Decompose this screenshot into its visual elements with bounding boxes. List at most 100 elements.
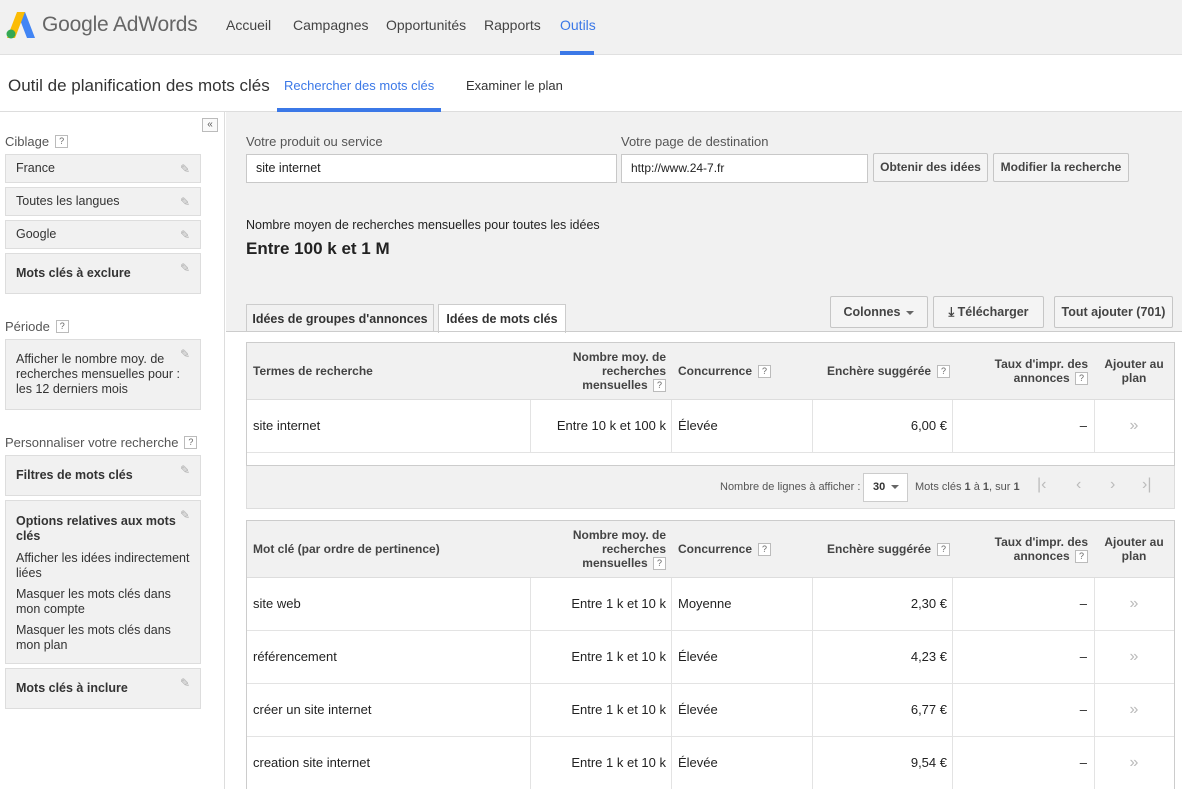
- table-row[interactable]: référencement Entre 1 k et 10 k Élevée 4…: [247, 631, 1174, 684]
- include-keywords[interactable]: Mots clés à inclure ✎: [5, 668, 201, 709]
- tab-divider: [226, 331, 1182, 332]
- search-form: Votre produit ou service site internet V…: [226, 112, 1182, 333]
- product-input[interactable]: site internet: [246, 154, 617, 183]
- help-icon[interactable]: ?: [758, 365, 772, 379]
- pencil-icon[interactable]: ✎: [180, 229, 192, 241]
- col-competition[interactable]: Concurrence?: [678, 542, 772, 557]
- table-row[interactable]: creation site internet Entre 1 k et 10 k…: [247, 737, 1174, 789]
- pencil-icon[interactable]: ✎: [180, 464, 192, 476]
- help-icon[interactable]: ?: [55, 135, 69, 148]
- add-to-plan-icon[interactable]: »: [1099, 631, 1169, 683]
- range-summary: Mots clés 1 à 1, sur 1: [915, 481, 1020, 493]
- keyword-ideas-table: Mot clé (par ordre de pertinence) Nombre…: [246, 520, 1175, 789]
- tab-review-plan[interactable]: Examiner le plan: [466, 78, 563, 93]
- table-header: Termes de recherche Nombre moy. de reche…: [247, 343, 1174, 400]
- keyword-options[interactable]: Options relatives aux mots clés Afficher…: [5, 500, 201, 664]
- period-setting[interactable]: Afficher le nombre moy. de recherches me…: [5, 339, 201, 410]
- option-hide-plan-keywords: Masquer les mots clés dans mon plan: [16, 623, 171, 652]
- nav-rapports[interactable]: Rapports: [484, 17, 541, 33]
- option-indirect-ideas: Afficher les idées indirectement liées: [16, 551, 190, 580]
- avg-searches-label: Nombre moyen de recherches mensuelles po…: [246, 218, 600, 232]
- add-to-plan-icon[interactable]: »: [1099, 684, 1169, 736]
- search-terms-table: Termes de recherche Nombre moy. de reche…: [246, 342, 1175, 466]
- table-header: Mot clé (par ordre de pertinence) Nombre…: [247, 521, 1174, 578]
- table-row[interactable]: créer un site internet Entre 1 k et 10 k…: [247, 684, 1174, 737]
- product-label: Votre produit ou service: [246, 134, 383, 149]
- first-page-icon[interactable]: |‹: [1037, 476, 1046, 494]
- adwords-logo[interactable]: Google AdWords: [6, 10, 198, 40]
- help-icon[interactable]: ?: [55, 320, 69, 333]
- columns-button[interactable]: Colonnes: [830, 296, 928, 328]
- keyword-filters[interactable]: Filtres de mots clés ✎: [5, 455, 201, 496]
- pagination-bar: Nombre de lignes à afficher : 30 Mots cl…: [246, 466, 1175, 509]
- sidebar: « Ciblage ? France ✎ Toutes les langues …: [0, 112, 225, 789]
- add-to-plan-icon[interactable]: »: [1099, 737, 1169, 789]
- table-row[interactable]: site web Entre 1 k et 10 k Moyenne 2,30 …: [247, 578, 1174, 631]
- pencil-icon[interactable]: ✎: [180, 509, 192, 521]
- chevron-down-icon: [906, 310, 915, 315]
- add-all-button[interactable]: Tout ajouter (701): [1054, 296, 1173, 328]
- targeting-language[interactable]: Toutes les langues ✎: [5, 187, 201, 216]
- tab-ad-group-ideas[interactable]: Idées de groupes d'annonces: [246, 304, 434, 332]
- pencil-icon[interactable]: ✎: [180, 348, 192, 360]
- top-navigation-bar: Google AdWords Accueil Campagnes Opportu…: [0, 0, 1182, 55]
- prev-page-icon[interactable]: ‹: [1076, 476, 1081, 494]
- nav-campagnes[interactable]: Campagnes: [293, 17, 369, 33]
- col-suggested-bid[interactable]: Enchère suggérée?: [827, 542, 951, 557]
- help-icon[interactable]: ?: [1075, 550, 1088, 564]
- help-icon[interactable]: ?: [758, 543, 772, 557]
- nav-accueil[interactable]: Accueil: [226, 17, 271, 33]
- pencil-icon[interactable]: ✎: [180, 262, 192, 274]
- col-add-to-plan: Ajouter au plan: [1104, 357, 1164, 385]
- col-impression-share[interactable]: Taux d'impr. des annonces ?: [982, 357, 1088, 386]
- avg-searches-value: Entre 100 k et 1 M: [246, 239, 390, 258]
- main-content: Votre produit ou service site internet V…: [226, 112, 1182, 789]
- help-icon[interactable]: ?: [1075, 372, 1088, 386]
- get-ideas-button[interactable]: Obtenir des idées: [873, 153, 988, 182]
- targeting-location[interactable]: France ✎: [5, 154, 201, 183]
- tool-header: Outil de planification des mots clés Rec…: [0, 55, 1182, 112]
- help-icon[interactable]: ?: [653, 379, 666, 393]
- chevron-down-icon: [891, 485, 900, 490]
- rows-per-page-select[interactable]: 30: [863, 473, 908, 502]
- nav-outils[interactable]: Outils: [560, 17, 596, 33]
- help-icon[interactable]: ?: [653, 557, 666, 571]
- table-row[interactable]: site internet Entre 10 k et 100 k Élevée…: [247, 400, 1174, 453]
- pencil-icon[interactable]: ✎: [180, 677, 192, 689]
- next-page-icon[interactable]: ›: [1110, 476, 1115, 494]
- col-competition[interactable]: Concurrence?: [678, 364, 772, 379]
- last-page-icon[interactable]: ›|: [1142, 476, 1151, 494]
- col-avg-searches[interactable]: Nombre moy. de recherches mensuelles ?: [547, 350, 666, 393]
- pencil-icon[interactable]: ✎: [180, 163, 192, 175]
- rows-per-page-label: Nombre de lignes à afficher :: [720, 481, 861, 493]
- help-icon[interactable]: ?: [184, 436, 198, 449]
- col-keyword[interactable]: Mot clé (par ordre de pertinence): [253, 542, 440, 556]
- brand-name: Google AdWords: [42, 13, 198, 36]
- period-label: Période ?: [5, 319, 69, 334]
- tab-keyword-ideas[interactable]: Idées de mots clés: [438, 304, 566, 333]
- collapse-sidebar-button[interactable]: «: [202, 118, 218, 132]
- col-impression-share[interactable]: Taux d'impr. des annonces ?: [982, 535, 1088, 564]
- col-add-to-plan: Ajouter au plan: [1104, 535, 1164, 563]
- adwords-logo-icon: [6, 12, 35, 39]
- help-icon[interactable]: ?: [937, 365, 951, 379]
- col-search-terms[interactable]: Termes de recherche: [253, 364, 373, 378]
- option-hide-account-keywords: Masquer les mots clés dans mon compte: [16, 587, 171, 616]
- landing-page-label: Votre page de destination: [621, 134, 769, 149]
- pencil-icon[interactable]: ✎: [180, 196, 192, 208]
- negative-keywords[interactable]: Mots clés à exclure ✎: [5, 253, 201, 294]
- help-icon[interactable]: ?: [937, 543, 951, 557]
- col-suggested-bid[interactable]: Enchère suggérée?: [827, 364, 951, 379]
- nav-opportunites[interactable]: Opportunités: [386, 17, 466, 33]
- targeting-network[interactable]: Google ✎: [5, 220, 201, 249]
- page-title: Outil de planification des mots clés: [8, 76, 270, 95]
- col-avg-searches[interactable]: Nombre moy. de recherches mensuelles ?: [547, 528, 666, 571]
- download-button[interactable]: ⤓ Télécharger: [933, 296, 1044, 328]
- tab-search-keywords[interactable]: Rechercher des mots clés: [284, 78, 434, 93]
- download-icon: ⤓: [948, 304, 955, 319]
- landing-page-input[interactable]: http://www.24-7.fr: [621, 154, 868, 183]
- add-to-plan-icon[interactable]: »: [1099, 578, 1169, 630]
- targeting-label: Ciblage ?: [5, 134, 69, 149]
- add-to-plan-icon[interactable]: »: [1099, 400, 1169, 452]
- modify-search-button[interactable]: Modifier la recherche: [993, 153, 1129, 182]
